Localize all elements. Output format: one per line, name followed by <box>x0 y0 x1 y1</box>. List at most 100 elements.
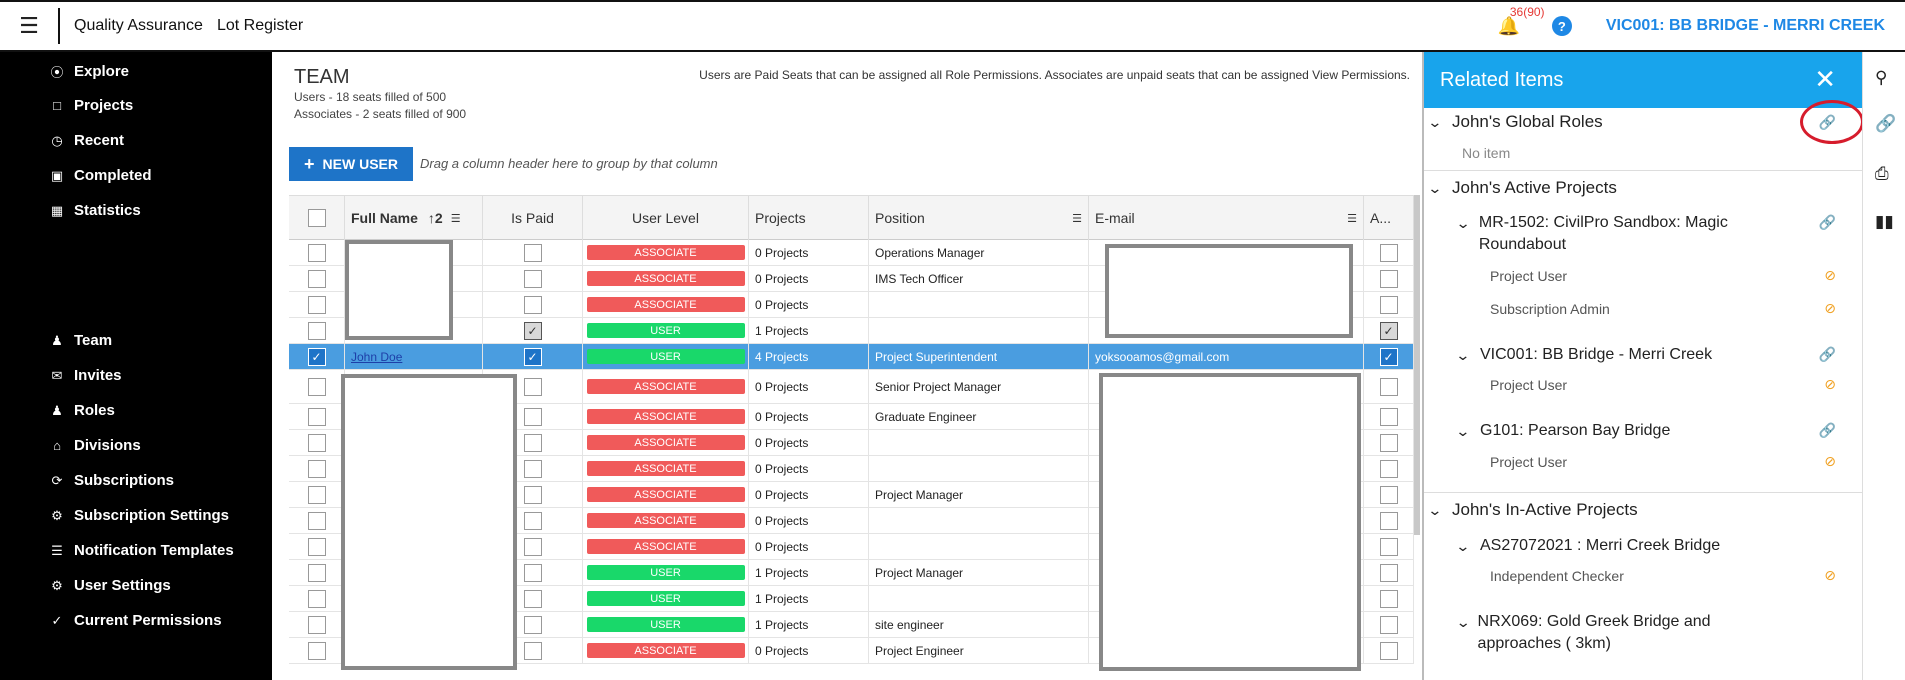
new-user-button[interactable]: + NEW USER <box>289 147 413 181</box>
active-checkbox[interactable] <box>1379 243 1398 262</box>
print-icon[interactable]: ⎙ <box>1875 164 1889 184</box>
active-checkbox[interactable] <box>1379 433 1398 452</box>
column-header-projects[interactable]: Projects <box>749 196 869 240</box>
search-icon[interactable]: ⚲ <box>1875 68 1887 88</box>
sidebar-item-explore[interactable]: ⦿ Explore <box>48 62 129 81</box>
sidebar-item-user-settings[interactable]: ⚙ User Settings <box>48 577 171 594</box>
link-icon[interactable]: 🔗 <box>1819 346 1836 363</box>
app-subtitle[interactable]: Lot Register <box>217 17 303 35</box>
row-select-checkbox[interactable] <box>307 407 326 426</box>
row-select-checkbox[interactable] <box>307 269 326 288</box>
sidebar-item-invites[interactable]: ✉ Invites <box>48 367 122 384</box>
unlink-icon[interactable]: ⊘ <box>1824 376 1836 393</box>
link-icon[interactable]: 🔗 <box>1819 214 1836 231</box>
is-paid-checkbox[interactable] <box>523 295 542 314</box>
active-checkbox[interactable] <box>1379 459 1398 478</box>
sidebar-item-statistics[interactable]: ▦ Statistics <box>48 202 141 219</box>
project-mr-1502[interactable]: ⌄ MR-1502: CivilPro Sandbox: Magic Rounda… <box>1455 212 1798 256</box>
is-paid-checkbox[interactable] <box>523 377 542 396</box>
sidebar-item-recent[interactable]: ◷ Recent <box>48 132 124 149</box>
link-icon[interactable]: 🔗 <box>1875 114 1896 134</box>
notification-bell-icon[interactable]: 🔔 36(90) <box>1498 5 1545 37</box>
sidebar-item-roles[interactable]: ♟ Roles <box>48 402 115 419</box>
sidebar-item-subscription-settings[interactable]: ⚙ Subscription Settings <box>48 507 229 524</box>
is-paid-checkbox[interactable]: ✓ <box>523 347 542 366</box>
unlink-icon[interactable]: ⊘ <box>1824 267 1836 284</box>
is-paid-checkbox[interactable] <box>523 485 542 504</box>
project-nrx069[interactable]: ⌄ NRX069: Gold Greek Bridge and approache… <box>1456 611 1798 655</box>
close-icon[interactable]: ✕ <box>1814 64 1836 95</box>
unlink-icon[interactable]: ⊘ <box>1824 453 1836 470</box>
active-checkbox[interactable] <box>1379 407 1398 426</box>
table-row[interactable]: ✓ John Doe ✓ USER 4 Projects Project Superint… <box>289 344 1414 370</box>
row-select-checkbox[interactable] <box>307 243 326 262</box>
row-select-checkbox[interactable] <box>307 615 326 634</box>
row-select-checkbox[interactable] <box>307 377 326 396</box>
row-select-checkbox[interactable] <box>307 295 326 314</box>
filter-icon[interactable]: ☰ <box>451 212 461 225</box>
active-checkbox[interactable] <box>1379 377 1398 396</box>
active-checkbox[interactable] <box>1379 641 1398 660</box>
is-paid-checkbox[interactable] <box>523 641 542 660</box>
sidebar-item-projects[interactable]: □ Projects <box>48 97 133 114</box>
is-paid-checkbox[interactable] <box>523 433 542 452</box>
row-select-checkbox[interactable] <box>307 589 326 608</box>
is-paid-checkbox[interactable] <box>523 537 542 556</box>
row-select-checkbox[interactable] <box>307 321 326 340</box>
row-select-checkbox[interactable] <box>307 641 326 660</box>
unlink-icon[interactable]: ⊘ <box>1824 567 1836 584</box>
group-by-hint[interactable]: Drag a column header here to group by th… <box>420 156 718 171</box>
section-active-projects[interactable]: ⌄ John's Active Projects <box>1427 178 1617 198</box>
filter-icon[interactable]: ☰ <box>1072 212 1082 225</box>
active-checkbox[interactable] <box>1379 563 1398 582</box>
row-select-checkbox[interactable] <box>307 485 326 504</box>
sidebar-item-completed[interactable]: ▣ Completed <box>48 167 152 184</box>
active-checkbox[interactable] <box>1379 589 1398 608</box>
hamburger-menu-icon[interactable]: ☰ <box>0 2 58 50</box>
select-all-checkbox[interactable] <box>307 209 326 227</box>
active-checkbox[interactable]: ✓ <box>1379 347 1398 366</box>
is-paid-checkbox[interactable] <box>523 589 542 608</box>
active-checkbox[interactable] <box>1379 295 1398 314</box>
active-checkbox[interactable] <box>1379 615 1398 634</box>
unlink-icon[interactable]: ⊘ <box>1824 300 1836 317</box>
current-project-title[interactable]: VIC001: BB BRIDGE - MERRI CREEK <box>1606 17 1885 35</box>
is-paid-checkbox[interactable] <box>523 511 542 530</box>
is-paid-checkbox[interactable] <box>523 269 542 288</box>
grid-vertical-scrollbar[interactable] <box>1414 195 1420 535</box>
columns-icon[interactable]: ▮▮ <box>1875 212 1894 232</box>
column-header-full-name[interactable]: Full Name ↑ 2 ☰ <box>345 196 483 240</box>
column-header-email[interactable]: E-mail ☰ <box>1089 196 1364 240</box>
sidebar-item-notification-templates[interactable]: ☰ Notification Templates <box>48 542 234 559</box>
is-paid-checkbox[interactable] <box>523 459 542 478</box>
active-checkbox[interactable] <box>1379 537 1398 556</box>
sidebar-item-subscriptions[interactable]: ⟳ Subscriptions <box>48 472 174 489</box>
column-header-user-level[interactable]: User Level <box>583 196 749 240</box>
project-as27072021[interactable]: ⌄ AS27072021 : Merri Creek Bridge <box>1455 535 1798 557</box>
active-checkbox[interactable]: ✓ <box>1379 321 1398 340</box>
section-inactive-projects[interactable]: ⌄ John's In-Active Projects <box>1427 500 1637 520</box>
row-select-checkbox[interactable] <box>307 563 326 582</box>
row-select-checkbox[interactable] <box>307 537 326 556</box>
active-checkbox[interactable] <box>1379 269 1398 288</box>
is-paid-checkbox[interactable] <box>523 615 542 634</box>
sidebar-item-divisions[interactable]: ⌂ Divisions <box>48 437 141 454</box>
section-global-roles[interactable]: ⌄ John's Global Roles <box>1427 112 1602 132</box>
column-header-is-paid[interactable]: Is Paid <box>483 196 583 240</box>
project-vic001[interactable]: ⌄ VIC001: BB Bridge - Merri Creek <box>1455 344 1798 366</box>
row-select-checkbox[interactable] <box>307 433 326 452</box>
active-checkbox[interactable] <box>1379 485 1398 504</box>
sidebar-item-team[interactable]: ♟ Team <box>48 332 112 349</box>
link-icon[interactable]: 🔗 <box>1819 422 1836 439</box>
column-header-position[interactable]: Position ☰ <box>869 196 1089 240</box>
user-name-link[interactable]: John Doe <box>351 350 402 364</box>
row-select-checkbox[interactable] <box>307 511 326 530</box>
help-icon[interactable]: ? <box>1551 16 1572 36</box>
row-select-checkbox[interactable] <box>307 459 326 478</box>
sidebar-item-current-permissions[interactable]: ✓ Current Permissions <box>48 612 222 629</box>
active-checkbox[interactable] <box>1379 511 1398 530</box>
is-paid-checkbox[interactable]: ✓ <box>523 321 542 340</box>
is-paid-checkbox[interactable] <box>523 563 542 582</box>
project-g101[interactable]: ⌄ G101: Pearson Bay Bridge <box>1455 420 1798 442</box>
column-header-active[interactable]: A... <box>1364 196 1414 240</box>
